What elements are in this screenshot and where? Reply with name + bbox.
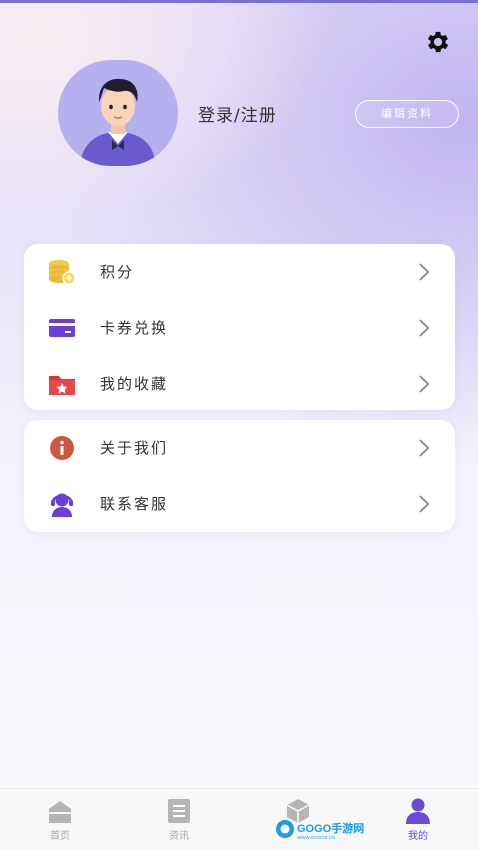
menu-label: 关于我们 [100, 439, 169, 457]
top-accent-line [0, 0, 478, 3]
chevron-right-icon [419, 263, 430, 281]
login-register-link[interactable]: 登录/注册 [198, 101, 277, 126]
edit-profile-button[interactable]: 编辑资料 [355, 100, 459, 128]
svg-text:WWW.GOGO3.CN: WWW.GOGO3.CN [297, 835, 335, 840]
menu-label: 卡券兑换 [100, 319, 169, 337]
chevron-right-icon [419, 439, 430, 457]
customer-service-icon [51, 493, 73, 517]
card-icon [49, 319, 75, 337]
home-icon [49, 801, 71, 823]
tab-profile[interactable]: 我的 [378, 789, 458, 850]
tab-label: 我的 [408, 831, 428, 842]
settings-gear-icon[interactable] [424, 28, 452, 56]
info-icon [50, 436, 74, 460]
favorites-folder-icon [49, 376, 75, 395]
avatar-illustration [80, 78, 156, 166]
tab-label: 资讯 [169, 831, 189, 842]
tab-news[interactable]: 资讯 [139, 789, 219, 850]
menu-item-coupon-exchange[interactable]: 卡券兑换 [24, 300, 455, 356]
bottom-tab-bar: 首页 资讯 我的 [0, 788, 478, 850]
news-icon [168, 799, 190, 823]
menu-label: 积分 [100, 263, 135, 281]
menu-label: 我的收藏 [100, 375, 169, 393]
menu-item-about-us[interactable]: 关于我们 [24, 420, 455, 476]
tab-label: 首页 [50, 831, 70, 842]
menu-item-favorites[interactable]: 我的收藏 [24, 356, 455, 412]
chevron-right-icon [419, 319, 430, 337]
menu-label: 联系客服 [100, 495, 169, 513]
svg-text:GOGO手游网: GOGO手游网 [297, 821, 364, 835]
menu-item-points[interactable]: 积分 [24, 244, 455, 300]
menu-card-primary: 积分 卡券兑换 我的收藏 [24, 244, 455, 410]
profile-icon [406, 798, 430, 824]
chevron-right-icon [419, 495, 430, 513]
gogo-watermark-logo: GOGO手游网 WWW.GOGO3.CN [276, 820, 364, 840]
avatar[interactable] [58, 60, 178, 166]
coins-icon [49, 260, 76, 285]
menu-card-secondary: 关于我们 联系客服 [24, 420, 455, 532]
tab-home[interactable]: 首页 [20, 789, 100, 850]
chevron-right-icon [419, 375, 430, 393]
menu-item-contact-support[interactable]: 联系客服 [24, 476, 455, 532]
